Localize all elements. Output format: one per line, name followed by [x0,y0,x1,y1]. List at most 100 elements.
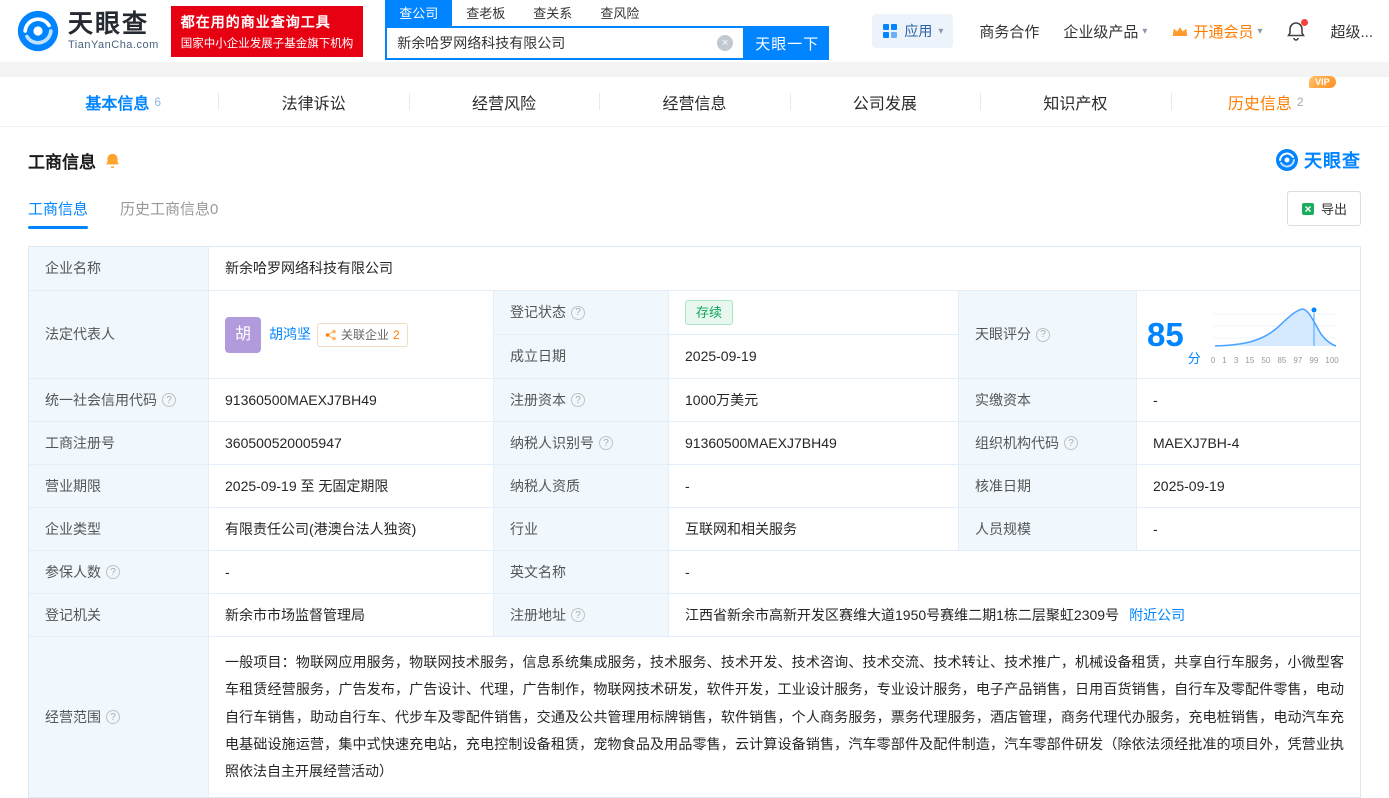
label-text: 登记状态 [510,302,566,323]
field-value-legal-rep: 胡 胡鸿坚 关联企业 2 [209,291,494,379]
help-icon[interactable]: ? [106,710,120,724]
tab-company-development[interactable]: 公司发展 [790,77,980,126]
label-text: 人员规模 [975,519,1031,540]
nearby-companies-link[interactable]: 附近公司 [1129,605,1185,626]
score-curve [1211,302,1339,348]
field-value-reg-address: 江西省新余市高新开发区赛维大道1950号赛维二期1栋二层聚虹2309号 附近公司 [669,594,1360,637]
field-value-score: 85 分 0131550859799100 [1137,291,1360,379]
search-tab-risk[interactable]: 查风险 [586,0,653,26]
search-tab-company[interactable]: 查公司 [385,0,452,26]
notifications-bell[interactable] [1286,21,1306,41]
field-label-score: 天眼评分 ? [959,291,1137,379]
value-text: - [685,562,690,583]
nav-label: 开通会员 [1193,21,1253,42]
field-label-credit-code: 统一社会信用代码 ? [29,379,209,422]
field-label-org-code: 组织机构代码 ? [959,422,1137,465]
alert-bell-icon[interactable] [104,152,121,169]
value-text: 2025-09-19 [685,346,757,367]
value-text: 新余哈罗网络科技有限公司 [225,258,393,279]
field-value-reg-authority: 新余市市场监督管理局 [209,594,494,637]
header-divider [0,62,1389,77]
value-text: - [1153,390,1158,411]
label-text: 核准日期 [975,476,1031,497]
vip-badge: VIP [1309,76,1336,88]
help-icon[interactable]: ? [1036,328,1050,342]
export-button[interactable]: 导出 [1287,191,1361,226]
field-label-insured-count: 参保人数 ? [29,551,209,594]
legal-rep-avatar[interactable]: 胡 [225,317,261,353]
value-text: 新余市市场监督管理局 [225,605,365,626]
field-value-company-type: 有限责任公司(港澳台法人独资) [209,508,494,551]
chevron-down-icon: ▾ [1142,26,1147,37]
search-button[interactable]: 天眼一下 [745,26,829,60]
section-title-wrap: 工商信息 [28,148,121,173]
watermark-text: 天眼查 [1304,147,1361,173]
subtab-business-info[interactable]: 工商信息 [28,198,88,219]
nav-open-membership[interactable]: 开通会员 ▾ [1171,21,1262,42]
help-icon[interactable]: ? [571,306,585,320]
field-label-reg-address: 注册地址 ? [494,594,669,637]
tab-intellectual-property[interactable]: 知识产权 [980,77,1170,126]
tab-legal-litigation[interactable]: 法律诉讼 [218,77,408,126]
field-value-establish-date: 2025-09-19 [669,335,959,379]
search-input[interactable] [397,35,717,51]
help-icon[interactable]: ? [162,393,176,407]
field-value-english-name: - [669,551,1360,594]
label-text: 纳税人识别号 [510,433,594,454]
tab-inner: 历史信息 2 VIP [1228,90,1304,114]
related-count: 2 [393,326,400,344]
nav-business-cooperation[interactable]: 商务合作 [979,21,1039,42]
related-companies-badge[interactable]: 关联企业 2 [317,323,408,347]
field-label-approval-date: 核准日期 [959,465,1137,508]
subtab-history-business-info[interactable]: 历史工商信息0 [120,198,218,219]
tab-operating-risk[interactable]: 经营风险 [409,77,599,126]
search-tab-boss[interactable]: 查老板 [452,0,519,26]
tab-label: 经营风险 [472,90,536,114]
value-text: - [1153,519,1158,540]
tab-label: 知识产权 [1043,90,1107,114]
help-icon[interactable]: ? [571,393,585,407]
nav-enterprise-products[interactable]: 企业级产品 ▾ [1063,21,1147,42]
field-label-industry: 行业 [494,508,669,551]
score-chart-ticks: 0131550859799100 [1211,355,1339,367]
legal-rep-name-link[interactable]: 胡鸿坚 [269,324,311,345]
apps-menu[interactable]: 应用 ▾ [872,14,953,48]
search-tabs: 查公司 查老板 查关系 查风险 [385,2,829,26]
search-tab-relation[interactable]: 查关系 [519,0,586,26]
help-icon[interactable]: ? [599,436,613,450]
field-value-industry: 互联网和相关服务 [669,508,959,551]
score-tick: 15 [1245,355,1254,367]
watermark-logo: 天眼查 [1275,147,1361,173]
field-label-english-name: 英文名称 [494,551,669,594]
score-tick: 1 [1222,355,1226,367]
field-label-business-scope: 经营范围 ? [29,637,209,797]
tab-label: 历史信息 [1228,90,1292,114]
tianyancha-logo[interactable]: 天眼查 TianYanCha.com [16,9,159,53]
help-icon[interactable]: ? [1064,436,1078,450]
value-text: 91360500MAEXJ7BH49 [685,433,837,454]
tianyancha-logo-icon [16,9,60,53]
label-text: 统一社会信用代码 [45,390,157,411]
tianyancha-logo-icon [1275,148,1299,172]
score-tick: 100 [1325,355,1338,367]
logo-text: 天眼查 TianYanCha.com [68,11,159,51]
help-icon[interactable]: ? [106,565,120,579]
nav-label: 企业级产品 [1063,21,1138,42]
tab-basic-info[interactable]: 基本信息 6 [28,77,218,126]
value-text: 江西省新余市高新开发区赛维大道1950号赛维二期1栋二层聚虹2309号 [685,605,1119,626]
tab-history-info[interactable]: 历史信息 2 VIP [1171,77,1361,126]
label-text: 纳税人资质 [510,476,580,497]
label-text: 登记机关 [45,605,101,626]
top-header: 天眼查 TianYanCha.com 都在用的商业查询工具 国家中小企业发展子基… [0,0,1389,62]
clear-icon[interactable]: × [717,35,733,51]
tab-operating-info[interactable]: 经营信息 [599,77,789,126]
score-tick: 50 [1261,355,1270,367]
notification-dot [1301,19,1308,26]
nav-super-vip[interactable]: 超级... [1330,21,1373,42]
apps-grid-icon [882,23,898,39]
tab-label: 法律诉讼 [282,90,346,114]
help-icon[interactable]: ? [571,608,585,622]
field-value-org-code: MAEXJ7BH-4 [1137,422,1360,465]
tab-label: 经营信息 [662,90,726,114]
value-text: - [685,476,690,497]
